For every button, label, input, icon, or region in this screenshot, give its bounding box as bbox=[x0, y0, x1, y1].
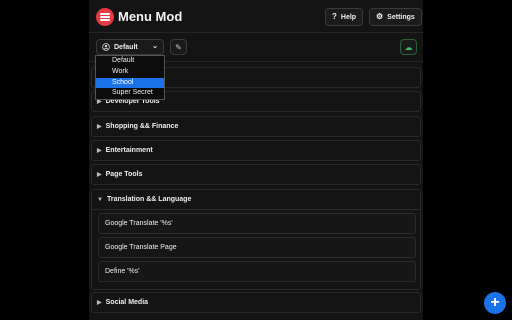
app-title: Menu Mod bbox=[118, 9, 183, 24]
hamburger-menu-icon bbox=[96, 8, 114, 26]
profile-selected-label: Default bbox=[114, 43, 138, 51]
profile-select[interactable]: Default ⌄ bbox=[96, 39, 164, 55]
settings-button[interactable]: ⚙ Settings bbox=[369, 8, 422, 26]
section-page-tools[interactable]: ▶ Page Tools bbox=[91, 164, 421, 185]
profile-dropdown: Default Work School Super Secret bbox=[95, 55, 165, 100]
profile-option-default[interactable]: Default bbox=[96, 56, 164, 67]
settings-label: Settings bbox=[387, 13, 415, 21]
sync-button[interactable]: ☁ bbox=[400, 39, 417, 55]
section-entertainment[interactable]: ▶ Entertainment bbox=[91, 140, 421, 161]
list-item[interactable]: Google Translate Page bbox=[98, 237, 416, 258]
chevron-down-icon: ⌄ bbox=[152, 43, 158, 50]
app-header: Menu Mod ? Help ⚙ Settings bbox=[89, 0, 423, 33]
caret-right-icon: ▶ bbox=[97, 148, 102, 154]
section-translation-language[interactable]: ▼ Translation && Language bbox=[91, 189, 421, 210]
cloud-sync-icon: ☁ bbox=[404, 42, 413, 52]
menu-mod-app: Menu Mod ? Help ⚙ Settings Default ⌄ ✎ ☁… bbox=[89, 0, 423, 320]
list-item[interactable]: Define '%s' bbox=[98, 261, 416, 282]
help-button[interactable]: ? Help bbox=[325, 8, 364, 26]
caret-down-icon: ▼ bbox=[97, 196, 103, 203]
profile-option-work[interactable]: Work bbox=[96, 67, 164, 78]
list-item[interactable]: Google Translate '%s' bbox=[98, 213, 416, 234]
edit-profile-button[interactable]: ✎ bbox=[170, 39, 187, 55]
section-label: Translation && Language bbox=[106, 196, 192, 203]
profile-option-super-secret[interactable]: Super Secret bbox=[96, 88, 164, 99]
profile-option-school[interactable]: School bbox=[96, 77, 164, 89]
section-label: Entertainment bbox=[105, 147, 153, 154]
caret-right-icon: ▶ bbox=[97, 172, 102, 178]
section-shopping-finance[interactable]: ▶ Shopping && Finance bbox=[91, 116, 421, 137]
section-label: Page Tools bbox=[105, 171, 143, 178]
translation-items-list: Google Translate '%s' Google Translate P… bbox=[91, 209, 421, 290]
gear-icon: ⚙ bbox=[376, 12, 384, 21]
add-button[interactable]: + bbox=[484, 292, 506, 314]
section-label: Social Media bbox=[105, 299, 149, 306]
section-social-media[interactable]: ▶ Social Media bbox=[91, 292, 421, 313]
section-label: Shopping && Finance bbox=[105, 123, 179, 130]
question-icon: ? bbox=[332, 12, 337, 21]
user-circle-icon bbox=[102, 43, 110, 51]
plus-icon: + bbox=[490, 294, 500, 311]
caret-right-icon: ▶ bbox=[97, 124, 102, 130]
help-label: Help bbox=[340, 13, 357, 21]
caret-right-icon: ▶ bbox=[97, 300, 102, 306]
edit-icon: ✎ bbox=[175, 42, 182, 52]
